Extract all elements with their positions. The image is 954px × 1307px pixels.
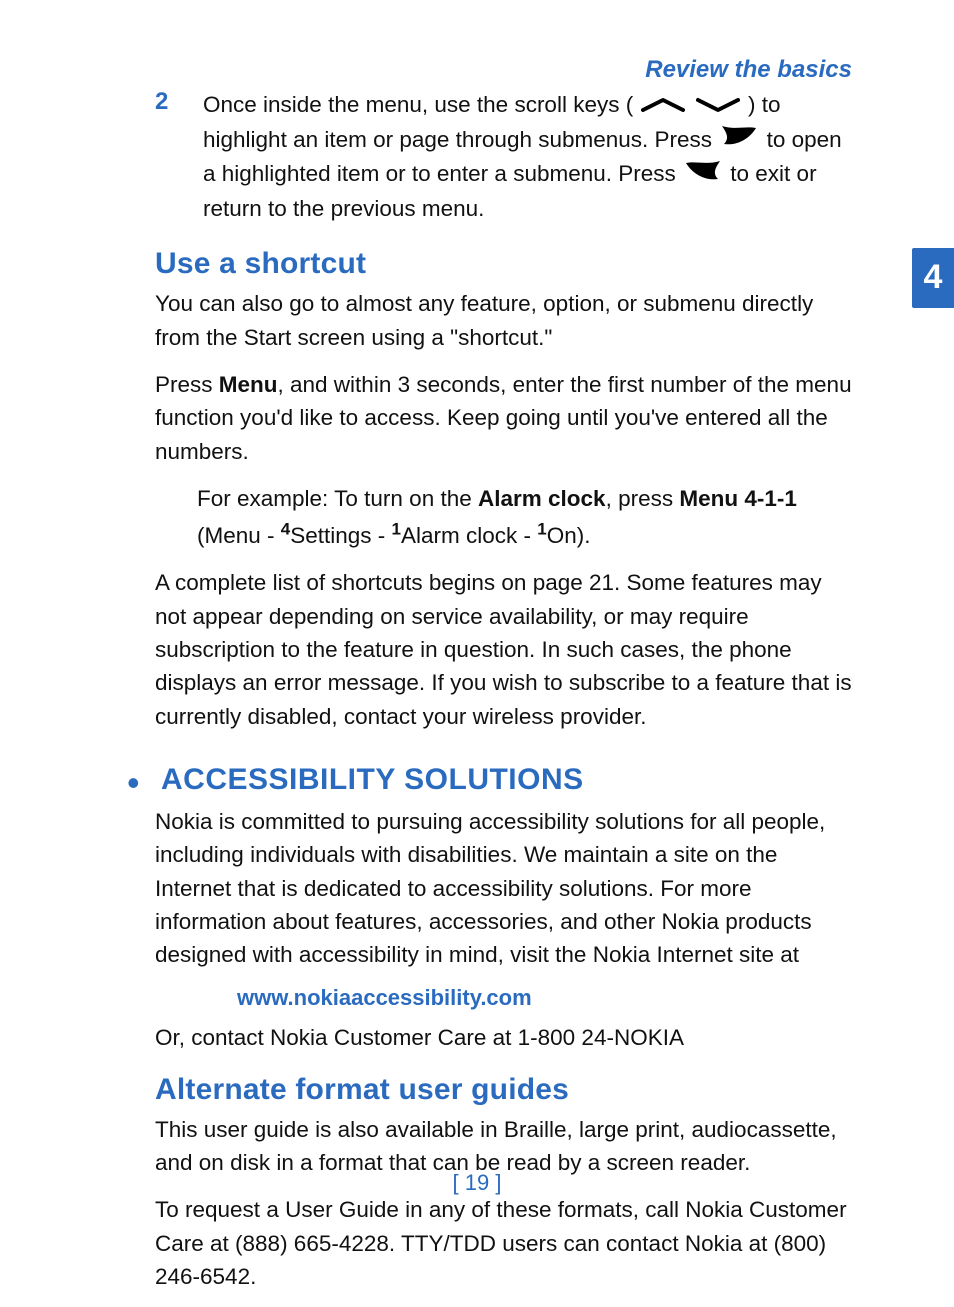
running-header: Review the basics [645,56,852,84]
heading-use-a-shortcut: Use a shortcut [155,247,854,281]
page-number: [ 19 ] [0,1170,954,1196]
section-accessibility: • ACCESSIBILITY SOLUTIONS [129,763,854,797]
superscript-4: 4 [281,520,290,539]
heading-accessibility-solutions: ACCESSIBILITY SOLUTIONS [161,763,584,796]
text: (Menu - [197,523,281,548]
accessibility-contact: Or, contact Nokia Customer Care at 1-800… [155,1021,854,1054]
superscript-1: 1 [537,520,546,539]
heading-alternate-format: Alternate format user guides [155,1073,854,1107]
superscript-1: 1 [392,520,401,539]
step-number: 2 [155,88,168,116]
bullet-icon: • [127,765,140,801]
shortcut-press-menu: Press Menu, and within 3 seconds, enter … [155,368,854,468]
shortcut-intro: You can also go to almost any feature, o… [155,287,854,354]
text: , press [606,486,680,511]
accessibility-link[interactable]: www.nokiaaccessibility.com [237,985,854,1011]
shortcut-example: For example: To turn on the Alarm clock,… [197,482,854,553]
text: Press [155,372,219,397]
scroll-up-icon [641,89,685,122]
scroll-down-icon [696,89,740,122]
step-2: 2 Once inside the menu, use the scroll k… [155,88,854,225]
text: Settings - [290,523,391,548]
bold-alarm-clock: Alarm clock [478,486,606,511]
text: Once inside the menu, use the scroll key… [203,92,633,117]
example-line-1: For example: To turn on the Alarm clock,… [197,482,854,515]
text: Alarm clock - [401,523,537,548]
text: On). [547,523,591,548]
bold-menu: Menu [219,372,278,397]
page-body: 2 Once inside the menu, use the scroll k… [155,88,854,1307]
chapter-tab: 4 [912,248,954,308]
text: For example: To turn on the [197,486,478,511]
alternate-format-p2: To request a User Guide in any of these … [155,1193,854,1293]
example-line-2: (Menu - 4Settings - 1Alarm clock - 1On). [197,519,854,552]
bold-menu-code: Menu 4-1-1 [679,486,797,511]
accessibility-intro: Nokia is committed to pursuing accessibi… [155,805,854,971]
back-key-icon [684,159,722,192]
shortcut-note: A complete list of shortcuts begins on p… [155,566,854,732]
step-2-text: Once inside the menu, use the scroll key… [203,88,854,225]
select-key-icon [720,124,758,157]
